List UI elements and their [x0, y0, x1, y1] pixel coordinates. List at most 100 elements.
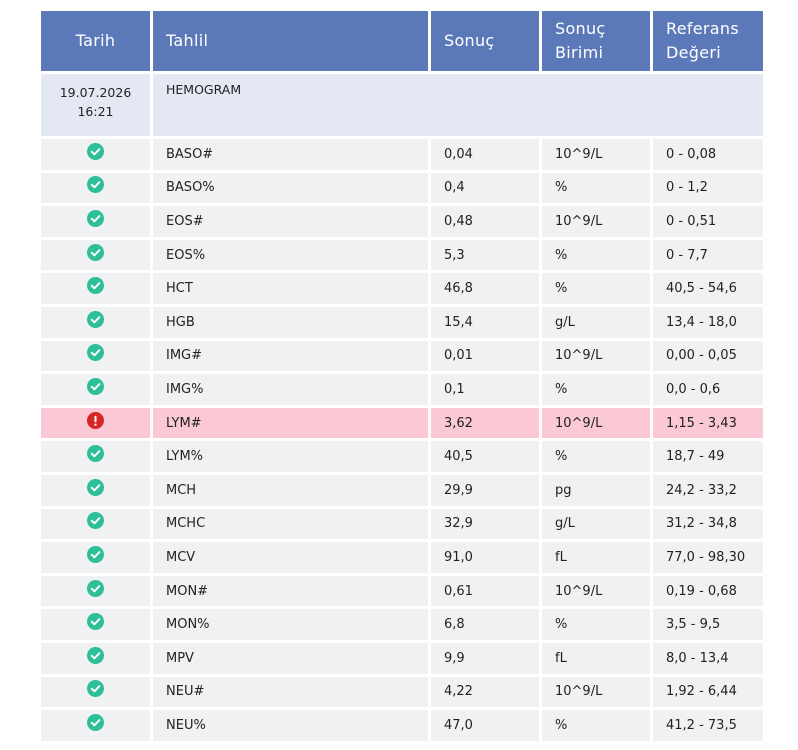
reference-cell: 0,19 - 0,68	[653, 575, 763, 607]
test-name-cell: NEU#	[153, 676, 428, 708]
unit-cell: %	[542, 609, 650, 640]
reference-cell: 1,92 - 6,44	[653, 676, 763, 708]
table-row: LYM# 3,62 10^9/L 1,15 - 3,43	[41, 407, 763, 439]
status-cell	[41, 340, 150, 372]
check-icon	[41, 478, 150, 496]
result-cell: 47,0	[431, 710, 539, 741]
status-cell	[41, 642, 150, 674]
column-header-reference-line2: Değeri	[666, 43, 721, 62]
result-cell: 0,48	[431, 206, 539, 237]
result-cell: 0,61	[431, 575, 539, 607]
status-cell	[41, 474, 150, 506]
check-icon	[41, 680, 150, 698]
status-cell	[41, 172, 150, 204]
lab-results-table: Tarih Tahlil Sonuç Sonuç Birimi Referans…	[38, 8, 766, 744]
reference-cell: 1,15 - 3,43	[653, 407, 763, 439]
test-name-cell: HCT	[153, 273, 428, 304]
reference-cell: 0 - 1,2	[653, 172, 763, 204]
unit-cell: fL	[542, 642, 650, 674]
table-row: BASO# 0,04 10^9/L 0 - 0,08	[41, 139, 763, 170]
test-name-cell: LYM%	[153, 441, 428, 472]
result-cell: 5,3	[431, 239, 539, 271]
result-cell: 0,4	[431, 172, 539, 204]
test-name-cell: MON%	[153, 609, 428, 640]
reference-cell: 8,0 - 13,4	[653, 642, 763, 674]
status-cell	[41, 374, 150, 405]
status-cell	[41, 575, 150, 607]
status-cell	[41, 273, 150, 304]
unit-cell: %	[542, 273, 650, 304]
check-icon	[41, 545, 150, 563]
unit-cell: %	[542, 710, 650, 741]
check-icon	[41, 142, 150, 160]
table-row: MCH 29,9 pg 24,2 - 33,2	[41, 474, 763, 506]
column-header-result: Sonuç	[431, 11, 539, 71]
unit-cell: 10^9/L	[542, 575, 650, 607]
table-row: MON% 6,8% 3,5 - 9,5	[41, 609, 763, 640]
reference-cell: 0 - 0,51	[653, 206, 763, 237]
table-body: 19.07.2026 16:21 HEMOGRAM BASO# 0,04 10^9/…	[41, 74, 763, 741]
column-header-reference: Referans Değeri	[653, 11, 763, 71]
check-icon	[41, 613, 150, 631]
test-name-cell: BASO%	[153, 172, 428, 204]
table-header: Tarih Tahlil Sonuç Sonuç Birimi Referans…	[41, 11, 763, 71]
table-row: LYM% 40,5% 18,7 - 49	[41, 441, 763, 472]
column-header-unit: Sonuç Birimi	[542, 11, 650, 71]
check-icon	[41, 310, 150, 328]
check-icon	[41, 579, 150, 597]
results-panel: Tarih Tahlil Sonuç Sonuç Birimi Referans…	[38, 8, 763, 744]
reference-cell: 0 - 7,7	[653, 239, 763, 271]
check-icon	[41, 713, 150, 731]
unit-cell: 10^9/L	[542, 206, 650, 237]
check-icon	[41, 209, 150, 227]
status-cell	[41, 306, 150, 338]
reference-cell: 13,4 - 18,0	[653, 306, 763, 338]
column-header-unit-line1: Sonuç	[555, 19, 606, 38]
result-cell: 0,01	[431, 340, 539, 372]
unit-cell: fL	[542, 542, 650, 573]
unit-cell: %	[542, 172, 650, 204]
unit-cell: %	[542, 239, 650, 271]
result-cell: 40,5	[431, 441, 539, 472]
check-icon	[41, 377, 150, 395]
status-cell	[41, 609, 150, 640]
test-name-cell: MCV	[153, 542, 428, 573]
reference-cell: 77,0 - 98,30	[653, 542, 763, 573]
unit-cell: %	[542, 374, 650, 405]
reference-cell: 0,00 - 0,05	[653, 340, 763, 372]
result-cell: 46,8	[431, 273, 539, 304]
table-row: MCV 91,0 fL 77,0 - 98,30	[41, 542, 763, 573]
reference-cell: 31,2 - 34,8	[653, 508, 763, 540]
table-row: EOS% 5,3% 0 - 7,7	[41, 239, 763, 271]
check-icon	[41, 344, 150, 362]
test-name-cell: IMG%	[153, 374, 428, 405]
reference-cell: 3,5 - 9,5	[653, 609, 763, 640]
unit-cell: g/L	[542, 508, 650, 540]
test-name-cell: LYM#	[153, 407, 428, 439]
unit-cell: %	[542, 441, 650, 472]
status-cell	[41, 542, 150, 573]
column-header-reference-line1: Referans	[666, 19, 739, 38]
group-date: 19.07.2026	[59, 85, 132, 100]
result-cell: 4,22	[431, 676, 539, 708]
test-name-cell: NEU%	[153, 710, 428, 741]
result-cell: 0,04	[431, 139, 539, 170]
alert-icon	[41, 411, 150, 429]
result-cell: 15,4	[431, 306, 539, 338]
group-row-hemogram: 19.07.2026 16:21 HEMOGRAM	[41, 74, 763, 136]
unit-cell: g/L	[542, 306, 650, 338]
check-icon	[41, 176, 150, 194]
unit-cell: pg	[542, 474, 650, 506]
column-header-unit-line2: Birimi	[555, 43, 604, 62]
table-row: NEU# 4,22 10^9/L 1,92 - 6,44	[41, 676, 763, 708]
status-cell	[41, 441, 150, 472]
result-cell: 91,0	[431, 542, 539, 573]
test-name-cell: MCH	[153, 474, 428, 506]
reference-cell: 40,5 - 54,6	[653, 273, 763, 304]
check-icon	[41, 646, 150, 664]
result-cell: 3,62	[431, 407, 539, 439]
table-row: HGB 15,4 g/L 13,4 - 18,0	[41, 306, 763, 338]
reference-cell: 24,2 - 33,2	[653, 474, 763, 506]
table-row: BASO% 0,4% 0 - 1,2	[41, 172, 763, 204]
table-row: NEU% 47,0% 41,2 - 73,5	[41, 710, 763, 741]
